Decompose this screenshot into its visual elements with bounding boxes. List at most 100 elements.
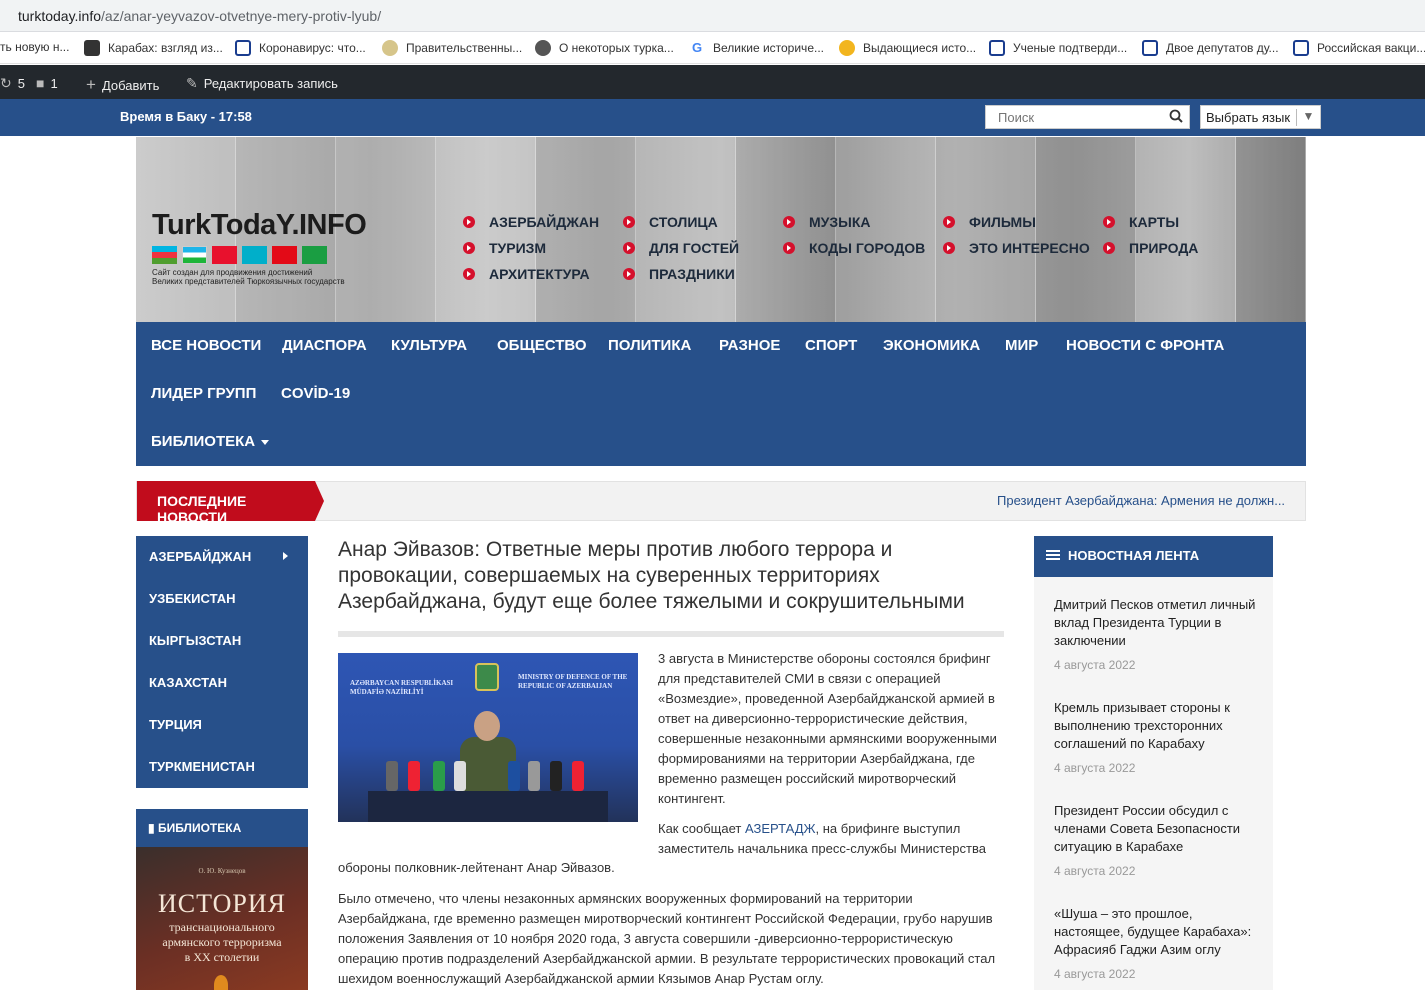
bookmark-item[interactable]: G Великие историче...: [689, 40, 824, 56]
portrait: [1236, 137, 1306, 322]
edit-post-link[interactable]: ✎ Редактировать запись: [186, 75, 338, 92]
book-title: ИСТОРИЯ: [157, 889, 286, 918]
search-input[interactable]: [986, 106, 1156, 128]
header-menu-films[interactable]: ФИЛЬМЫ: [943, 214, 1036, 230]
add-label: Добавить: [101, 77, 160, 93]
photo-banner-right: MINISTRY OF DEFENCE OF THE REPUBLIC OF AZ…: [518, 673, 627, 691]
google-icon: G: [689, 40, 705, 56]
article-photo[interactable]: AZƏRBAYCAN RESPUBLİKASI MÜDAFİƏ NAZİRLİYİ…: [338, 653, 638, 822]
header-menu-label: СТОЛИЦА: [649, 214, 718, 230]
header-menu-music[interactable]: МУЗЫКА: [783, 214, 871, 230]
header-menu-label: ПРИРОДА: [1129, 240, 1199, 256]
source-link[interactable]: АЗЕРТАДЖ: [745, 821, 816, 836]
comments-link[interactable]: ■ 1: [36, 75, 58, 91]
header-menu-guests[interactable]: ДЛЯ ГОСТЕЙ: [623, 240, 739, 256]
plus-icon: +: [86, 75, 96, 94]
arrow-circle-icon: [463, 242, 475, 254]
bookmark-item[interactable]: ть новую н...: [0, 40, 69, 54]
newsfeed-item-date: 4 августа 2022: [1054, 967, 1136, 981]
nav-world[interactable]: МИР: [1005, 337, 1038, 354]
header-menu-interesting[interactable]: ЭТО ИНТЕРЕСНО: [943, 240, 1090, 256]
nav-culture[interactable]: КУЛЬТУРА: [391, 337, 467, 354]
edit-label: Редактировать запись: [203, 76, 338, 91]
nav-library[interactable]: БИБЛИОТЕКА: [151, 433, 270, 450]
newsfeed-item[interactable]: Дмитрий Песков отметил личный вклад През…: [1054, 596, 1259, 672]
nav-politics[interactable]: ПОЛИТИКА: [608, 337, 691, 354]
bookmark-label: Коронавирус: что...: [259, 41, 366, 55]
top-strip: Время в Баку - 17:58 Выбрать язык ▼: [0, 99, 1425, 136]
search-icon[interactable]: [1169, 109, 1183, 123]
bookmark-item[interactable]: Коронавирус: что...: [235, 40, 366, 56]
header-menu-label: ЭТО ИНТЕРЕСНО: [969, 240, 1090, 256]
bookmark-item[interactable]: Российская вакци...: [1293, 40, 1425, 56]
browser-address-bar[interactable]: turktoday.info/az/anar-yeyvazov-otvetnye…: [0, 0, 1425, 32]
face-icon: [989, 40, 1005, 56]
turkey-flag-icon: [272, 246, 297, 264]
newsfeed-item[interactable]: Президент России обсудил с членами Совет…: [1054, 802, 1259, 878]
url-text[interactable]: turktoday.info/az/anar-yeyvazov-otvetnye…: [18, 8, 381, 24]
header-menu-city-codes[interactable]: КОДЫ ГОРОДОВ: [783, 240, 925, 256]
newsfeed-title: НОВОСТНАЯ ЛЕНТА: [1034, 536, 1273, 577]
newsfeed-item-title[interactable]: Кремль призывает стороны к выполнению тр…: [1054, 699, 1259, 753]
nav-society[interactable]: ОБЩЕСТВО: [497, 337, 587, 354]
bookmark-label: Великие историче...: [713, 41, 824, 55]
bookmark-item[interactable]: Выдающиеся исто...: [839, 40, 976, 56]
header-menu-tourism[interactable]: ТУРИЗМ: [463, 240, 546, 256]
country-uzbekistan[interactable]: УЗБЕКИСТАН: [149, 591, 236, 606]
azerbaijan-flag-icon: [152, 246, 177, 264]
bookmark-item[interactable]: Ученые подтверди...: [989, 40, 1127, 56]
newsfeed-item[interactable]: Кремль призывает стороны к выполнению тр…: [1054, 699, 1259, 775]
bookmark-item[interactable]: Правительственны...: [382, 40, 522, 56]
header-menu-architecture[interactable]: АРХИТЕКТУРА: [463, 266, 590, 282]
nav-diaspora[interactable]: ДИАСПОРА: [282, 337, 367, 354]
library-widget-title: ▮ БИБЛИОТЕКА: [136, 809, 308, 847]
header-menu-label: ТУРИЗМ: [489, 240, 547, 256]
header-menu-holidays[interactable]: ПРАЗДНИКИ: [623, 266, 735, 282]
header-menu-nature[interactable]: ПРИРОДА: [1103, 240, 1198, 256]
language-select[interactable]: Выбрать язык ▼: [1200, 105, 1321, 129]
newsfeed-item-date: 4 августа 2022: [1054, 864, 1136, 878]
add-new-link[interactable]: + Добавить: [86, 75, 159, 95]
search-box[interactable]: [985, 105, 1190, 129]
library-book-cover[interactable]: О. Ю. Кузнецов ИСТОРИЯ транснациональног…: [136, 847, 308, 990]
face-icon: [1293, 40, 1309, 56]
bookmark-item[interactable]: О некоторых турка...: [535, 40, 674, 56]
kyrgyzstan-flag-icon: [212, 246, 237, 264]
nav-all-news[interactable]: ВСЕ НОВОСТИ: [151, 337, 261, 354]
header-menu-capital[interactable]: СТОЛИЦА: [623, 214, 718, 230]
nav-group-leader[interactable]: ЛИДЕР ГРУПП: [151, 385, 256, 402]
newsfeed-item[interactable]: «Шуша – это прошлое, настоящее, будущее …: [1054, 905, 1259, 981]
country-azerbaijan[interactable]: АЗЕРБАЙДЖАН: [149, 549, 299, 564]
url-host: turktoday.info: [18, 8, 102, 24]
main-navigation: ВСЕ НОВОСТИ ДИАСПОРА КУЛЬТУРА ОБЩЕСТВО П…: [136, 322, 1306, 466]
book-icon: ▮: [148, 821, 155, 835]
bookmark-item[interactable]: Карабах: взгляд из...: [84, 40, 223, 56]
press-table: [368, 791, 608, 822]
nav-covid[interactable]: COVİD-19: [281, 385, 350, 402]
microphone: [508, 761, 520, 791]
header-menu-maps[interactable]: КАРТЫ: [1103, 214, 1179, 230]
newsfeed-item-title[interactable]: Президент России обсудил с членами Совет…: [1054, 802, 1259, 856]
turkmenistan-flag-icon: [302, 246, 327, 264]
nav-economy[interactable]: ЭКОНОМИКА: [883, 337, 980, 354]
newsfeed-item-title[interactable]: «Шуша – это прошлое, настоящее, будущее …: [1054, 905, 1259, 959]
header-menu-label: МУЗЫКА: [809, 214, 871, 230]
uzbekistan-flag-icon: [182, 246, 207, 264]
newsfeed-item-date: 4 августа 2022: [1054, 761, 1136, 775]
country-kazakhstan[interactable]: КАЗАХСТАН: [149, 675, 227, 690]
nav-misc[interactable]: РАЗНОЕ: [719, 337, 780, 354]
flame-graphic: [214, 975, 228, 990]
nav-sport[interactable]: СПОРТ: [805, 337, 857, 354]
nav-front-news[interactable]: НОВОСТИ С ФРОНТА: [1066, 337, 1224, 354]
country-kyrgyzstan[interactable]: КЫРГЫЗСТАН: [149, 633, 241, 648]
ticker-headline[interactable]: Президент Азербайджана: Армения не должн…: [997, 493, 1285, 508]
microphone: [528, 761, 540, 791]
site-logo[interactable]: TurkTodaY.INFO Сайт создан для продвижен…: [152, 209, 367, 286]
updates-link[interactable]: ↻ 5: [0, 75, 25, 92]
language-label: Выбрать язык: [1206, 110, 1291, 125]
newsfeed-item-title[interactable]: Дмитрий Песков отметил личный вклад През…: [1054, 596, 1259, 650]
country-turkmenistan[interactable]: ТУРКМЕНИСТАН: [149, 759, 255, 774]
header-menu-azerbaijan[interactable]: АЗЕРБАЙДЖАН: [463, 214, 599, 230]
bookmark-item[interactable]: Двое депутатов ду...: [1142, 40, 1279, 56]
country-turkey[interactable]: ТУРЦИЯ: [149, 717, 202, 732]
